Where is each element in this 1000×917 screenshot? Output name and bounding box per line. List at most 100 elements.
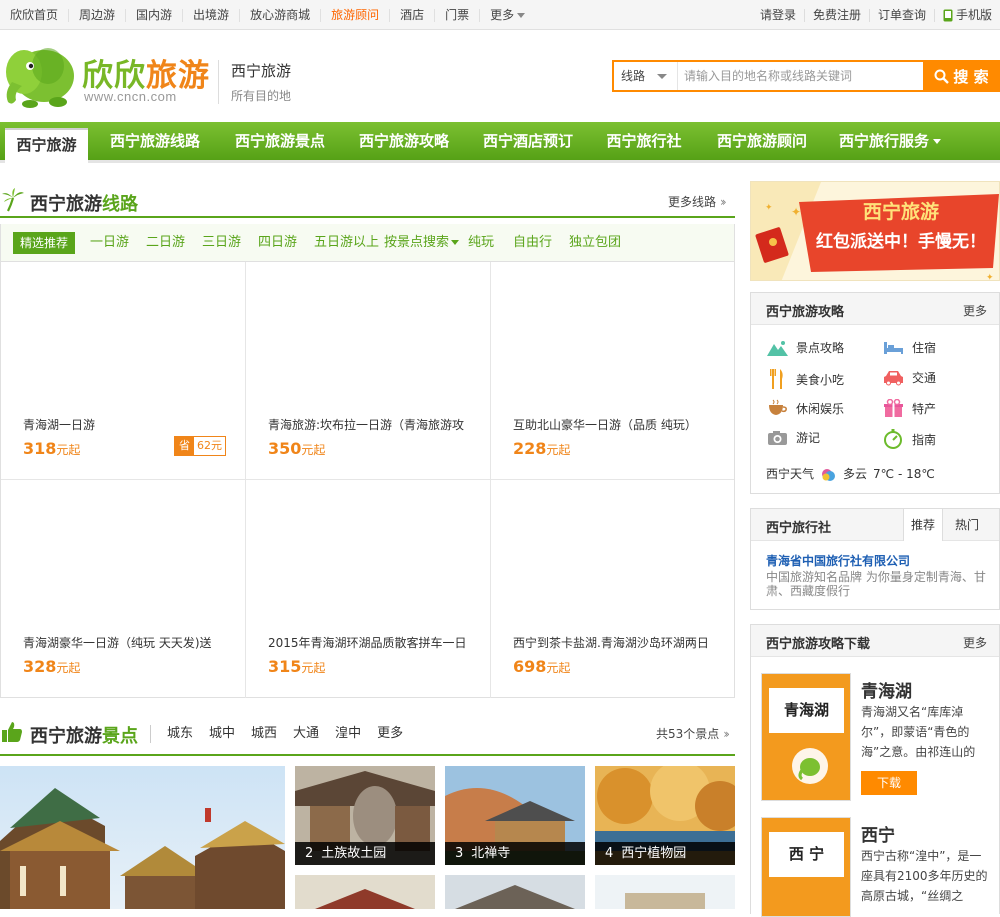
top-link-nearby[interactable]: 周边游	[69, 8, 127, 22]
spot-tab-huangzhong[interactable]: 湟中	[335, 725, 361, 743]
guide-panel-header: 西宁旅游攻略 更多	[751, 293, 999, 325]
route-price-value: 328	[23, 657, 57, 676]
route-tab-featured[interactable]: 精选推荐	[13, 232, 76, 254]
route-card[interactable]: 青海湖豪华一日游（纯玩 天天发)送 328元起	[1, 480, 246, 698]
spot-tab-east[interactable]: 城东	[167, 725, 193, 743]
register-link[interactable]: 免费注册	[803, 8, 869, 22]
route-name[interactable]: 互助北山豪华一日游（品质 纯玩）	[513, 416, 723, 433]
logo[interactable]: 欣欣旅游 www.cncn.com	[2, 36, 217, 108]
top-link-home[interactable]: 欣欣首页	[0, 8, 70, 22]
nav-spots[interactable]: 西宁旅游景点	[224, 122, 336, 160]
red-packet-banner[interactable]: ✦ ✦ ✦ 西宁旅游 红包派送中！手慢无！	[750, 181, 1000, 281]
route-tab-2day[interactable]: 二日游	[146, 232, 185, 254]
city-switcher[interactable]: 西宁旅游 所有目的地	[218, 60, 291, 104]
agency-name-link[interactable]: 青海省中国旅行社有限公司	[766, 552, 910, 569]
agency-tab-recommended[interactable]: 推荐	[903, 509, 943, 541]
route-name[interactable]: 青海旅游:坎布拉一日游（青海旅游攻	[268, 416, 478, 433]
guide-book-title[interactable]: 西宁	[861, 821, 895, 846]
spot-photo[interactable]: 4 西宁植物园	[595, 766, 735, 865]
route-tab-by-spot[interactable]: 按景点搜索	[384, 232, 460, 254]
more-routes-label: 更多线路	[668, 195, 717, 209]
top-link-tickets[interactable]: 门票	[435, 8, 481, 22]
guide-link-food[interactable]: 美食小吃	[767, 369, 844, 389]
spot-photo-main[interactable]	[0, 766, 285, 909]
route-price-unit: 元起	[301, 443, 326, 457]
guide-link-leisure[interactable]: 休闲娱乐	[767, 399, 844, 417]
guide-link-transport[interactable]: 交通	[883, 369, 936, 386]
top-link-more[interactable]: 更多	[480, 8, 535, 22]
spot-tab-more[interactable]: 更多	[377, 725, 403, 743]
route-card[interactable]: 西宁到茶卡盐湖.青海湖沙岛环湖两日 698元起	[491, 480, 734, 698]
route-tab-private[interactable]: 独立包团	[569, 232, 621, 254]
spot-name: 西宁植物园	[621, 846, 687, 861]
spot-photo[interactable]	[295, 875, 435, 909]
route-tab-4day[interactable]: 四日游	[258, 232, 297, 254]
route-tab-5day-plus[interactable]: 五日游以上	[314, 232, 379, 254]
download-more-link[interactable]: 更多	[963, 634, 987, 651]
nav-services[interactable]: 西宁旅行服务	[830, 122, 950, 160]
download-button[interactable]: 下载	[861, 771, 917, 795]
top-link-mall[interactable]: 放心游商城	[240, 8, 322, 22]
search-icon	[934, 69, 950, 84]
order-query-link[interactable]: 订单查询	[868, 8, 934, 22]
route-price: 350元起	[268, 439, 325, 458]
guide-cover-title: 西 宁	[769, 832, 844, 877]
spot-tab-center[interactable]: 城中	[209, 725, 235, 743]
thumbs-up-icon	[2, 722, 22, 742]
route-tab-1day[interactable]: 一日游	[90, 232, 129, 254]
nav-routes[interactable]: 西宁旅游线路	[99, 122, 211, 160]
route-name[interactable]: 青海湖一日游	[23, 416, 233, 433]
elephant-mascot-icon	[792, 748, 828, 784]
login-link[interactable]: 请登录	[752, 8, 804, 22]
guide-cover[interactable]: 青海湖	[761, 673, 851, 801]
route-name[interactable]: 青海湖豪华一日游（纯玩 天天发)送	[23, 634, 233, 651]
nav-agencies[interactable]: 西宁旅行社	[596, 122, 692, 160]
spot-photo[interactable]	[445, 875, 585, 909]
route-name[interactable]: 2015年青海湖环湖品质散客拼车一日	[268, 634, 478, 651]
spot-photo[interactable]: 3 北禅寺	[445, 766, 585, 865]
guide-link-specialty[interactable]: 特产	[883, 399, 936, 417]
mobile-link[interactable]: 手机版	[933, 8, 1000, 22]
agency-tab-popular[interactable]: 热门	[947, 509, 987, 541]
search-button[interactable]: 搜 索	[923, 60, 1000, 92]
brand-url: www.cncn.com	[84, 89, 177, 104]
more-routes-link[interactable]: 更多线路 ››	[668, 193, 726, 210]
search-type-select[interactable]: 线路	[614, 62, 678, 90]
nav-advisors[interactable]: 西宁旅游顾问	[706, 122, 818, 160]
guide-link-label: 住宿	[912, 341, 937, 355]
guide-book-title[interactable]: 青海湖	[861, 677, 912, 702]
nav-guides[interactable]: 西宁旅游攻略	[348, 122, 460, 160]
route-card[interactable]: 2015年青海湖环湖品质散客拼车一日 315元起	[246, 480, 491, 698]
download-panel: 西宁旅游攻略下载 更多 青海湖 青海湖 青海湖又名“库库淖尔”，即蒙语“青色的海…	[750, 624, 1000, 917]
guide-more-link[interactable]: 更多	[963, 302, 987, 319]
coffee-icon	[769, 399, 787, 415]
route-card[interactable]: 青海湖一日游 318元起 省 62元	[1, 262, 246, 480]
guide-link-spots[interactable]: 景点攻略	[767, 339, 844, 356]
nav-xining-travel[interactable]: 西宁旅游	[5, 128, 88, 163]
spot-tab-west[interactable]: 城西	[251, 725, 277, 743]
guide-link-lodging[interactable]: 住宿	[883, 339, 936, 356]
route-card[interactable]: 青海旅游:坎布拉一日游（青海旅游攻 350元起	[246, 262, 491, 480]
route-card[interactable]: 互助北山豪华一日游（品质 纯玩） 228元起	[491, 262, 734, 480]
route-price-value: 318	[23, 439, 57, 458]
nav-hotels[interactable]: 西宁酒店预订	[472, 122, 584, 160]
top-link-outbound[interactable]: 出境游	[183, 8, 241, 22]
spot-tab-datong[interactable]: 大通	[293, 725, 319, 743]
spot-count-link[interactable]: 共53个景点 ››	[656, 725, 730, 742]
spot-caption: 3 北禅寺	[445, 842, 585, 865]
guide-link-handbook[interactable]: 指南	[883, 429, 936, 449]
top-link-domestic[interactable]: 国内游	[126, 8, 184, 22]
guide-cover[interactable]: 西 宁	[761, 817, 851, 917]
route-tab-3day[interactable]: 三日游	[202, 232, 241, 254]
route-name[interactable]: 西宁到茶卡盐湖.青海湖沙岛环湖两日	[513, 634, 723, 651]
route-tab-self-guided[interactable]: 自由行	[513, 232, 552, 254]
guide-link-travelogue[interactable]: 游记	[767, 429, 820, 446]
camera-icon	[768, 430, 787, 445]
top-link-hotel[interactable]: 酒店	[390, 8, 436, 22]
spot-photo[interactable]	[595, 875, 735, 909]
spot-photo[interactable]: 2 土族故土园	[295, 766, 435, 865]
top-link-advisor[interactable]: 旅游顾问	[321, 8, 391, 22]
route-tab-pure-play[interactable]: 纯玩	[468, 232, 494, 254]
city-subtitle[interactable]: 所有目的地	[231, 87, 291, 104]
search-input[interactable]	[680, 62, 924, 90]
